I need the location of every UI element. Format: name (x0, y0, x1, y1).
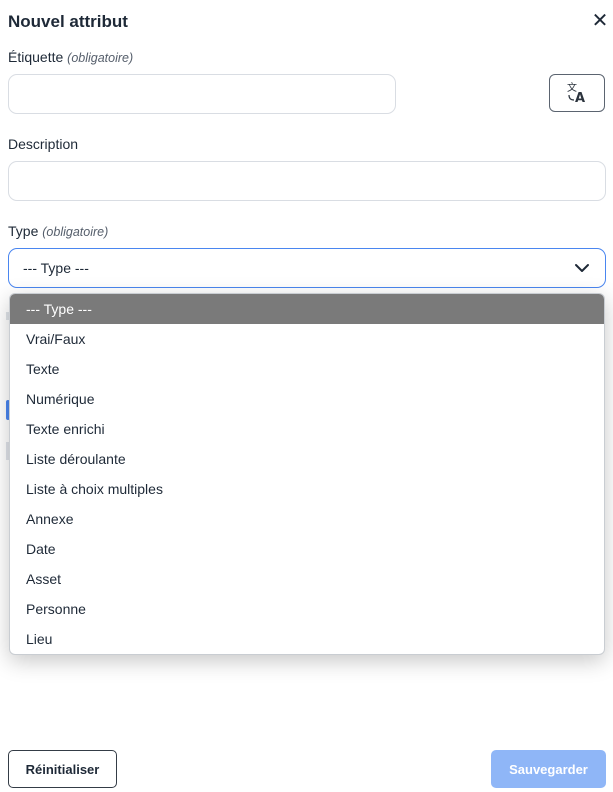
dropdown-option[interactable]: Annexe (10, 504, 604, 534)
dropdown-option[interactable]: Lieu (10, 624, 604, 654)
translate-icon: 文 A (567, 81, 585, 105)
type-dropdown-list: --- Type --- Vrai/Faux Texte Numérique T… (9, 293, 605, 655)
dialog-title: Nouvel attribut (8, 12, 128, 31)
type-select-value: --- Type --- (23, 260, 89, 276)
dropdown-option[interactable]: --- Type --- (10, 294, 604, 324)
dropdown-option[interactable]: Date (10, 534, 604, 564)
dropdown-option[interactable]: Asset (10, 564, 604, 594)
type-select[interactable]: --- Type --- (8, 248, 606, 288)
svg-text:A: A (575, 91, 585, 105)
save-button[interactable]: Sauvegarder (491, 750, 606, 788)
label-input[interactable] (9, 75, 395, 113)
dropdown-option[interactable]: Vrai/Faux (10, 324, 604, 354)
dropdown-option[interactable]: Texte enrichi (10, 414, 604, 444)
close-icon[interactable]: ✕ (590, 10, 610, 32)
label-required-hint: (obligatoire) (67, 51, 134, 65)
translate-button[interactable]: 文 A (549, 74, 605, 112)
label-field-label: Étiquette (obligatoire) (8, 49, 133, 65)
chevron-down-icon (575, 264, 589, 272)
dropdown-option[interactable]: Liste déroulante (10, 444, 604, 474)
dropdown-option[interactable]: Numérique (10, 384, 604, 414)
description-input-wrapper (8, 161, 606, 201)
dropdown-option[interactable]: Personne (10, 594, 604, 624)
reset-button[interactable]: Réinitialiser (8, 750, 117, 788)
dropdown-option[interactable]: Texte (10, 354, 604, 384)
description-input[interactable] (9, 162, 605, 200)
type-required-hint: (obligatoire) (42, 225, 109, 239)
type-field-text: Type (8, 223, 39, 239)
description-field-label: Description (8, 136, 79, 152)
label-field-text: Étiquette (8, 49, 64, 65)
dropdown-option[interactable]: Liste à choix multiples (10, 474, 604, 504)
label-input-wrapper (8, 74, 396, 114)
type-field-label: Type (obligatoire) (8, 223, 108, 239)
